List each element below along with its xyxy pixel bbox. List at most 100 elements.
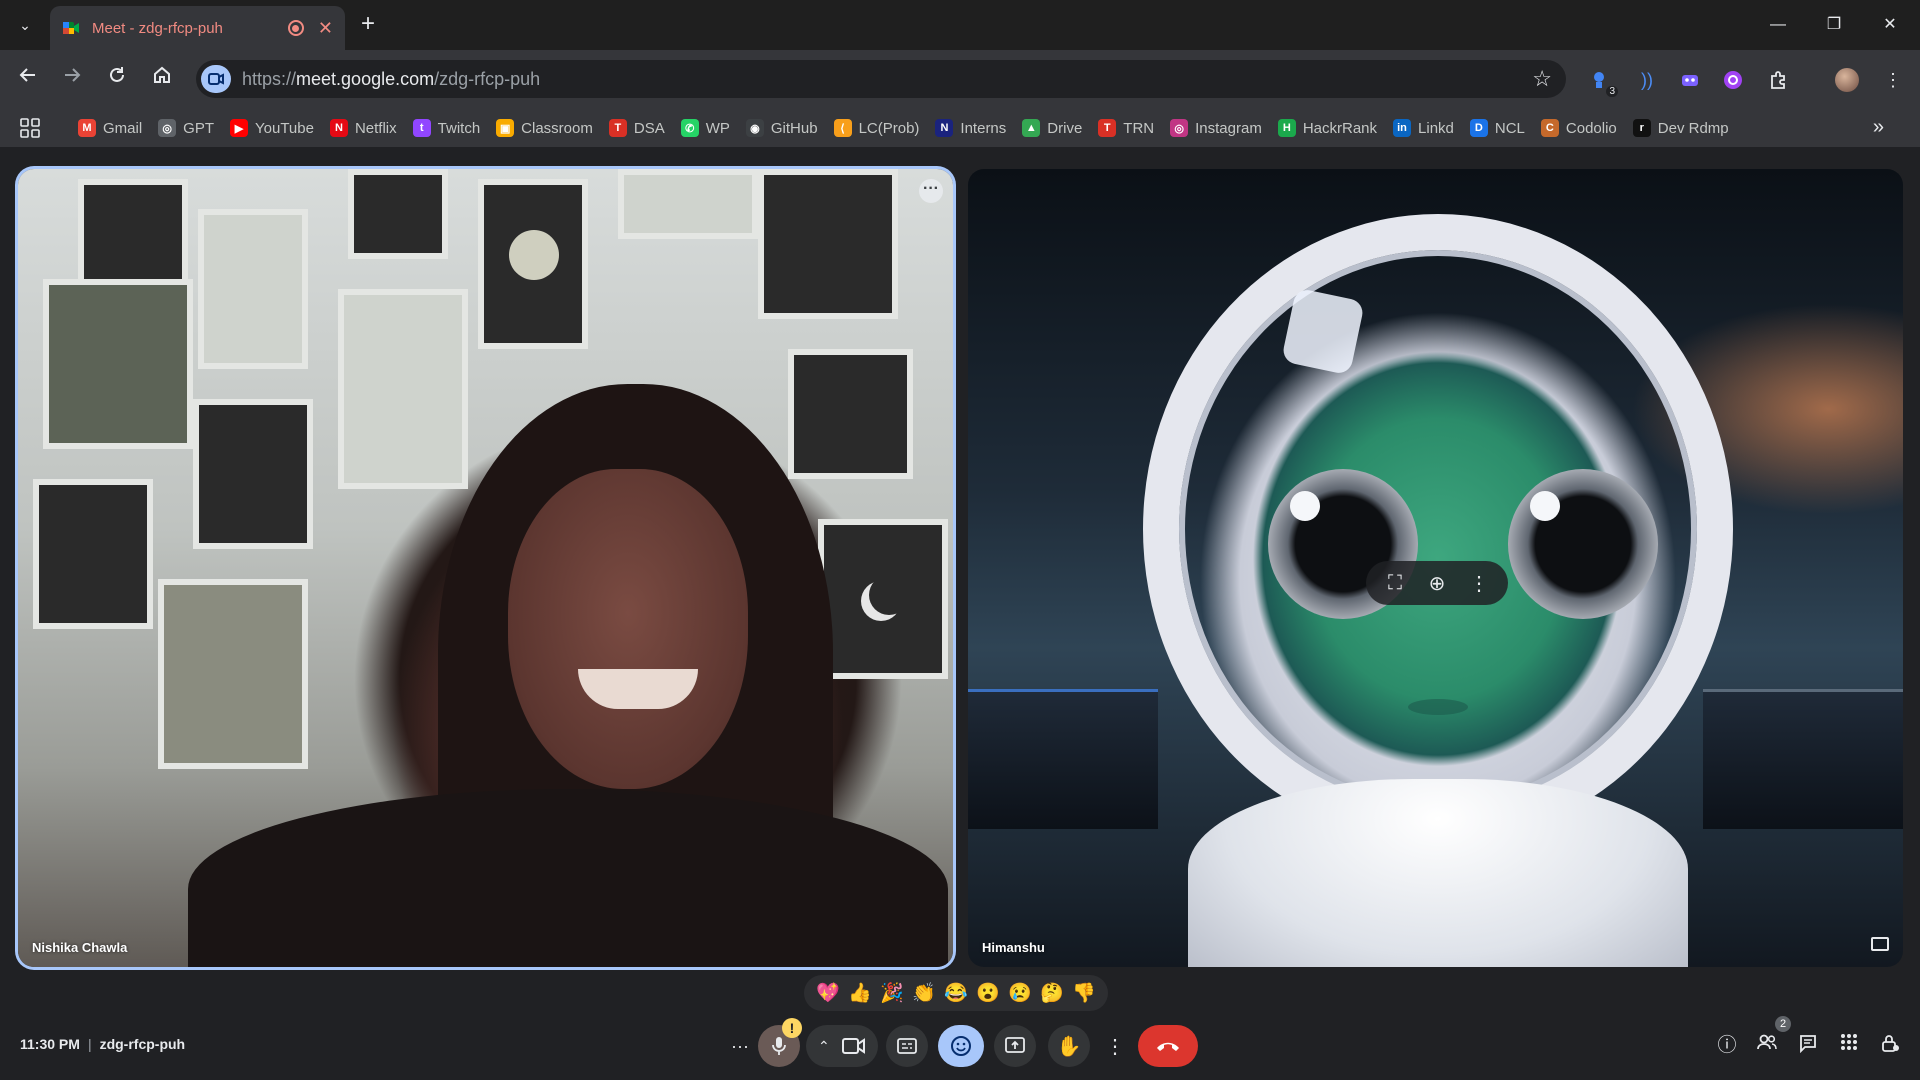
meeting-info-separator: | (87, 1036, 92, 1052)
bookmark-ncl[interactable]: D NCL (1469, 119, 1525, 137)
home-button[interactable] (147, 64, 177, 94)
drive-icon: ▲ (1022, 119, 1041, 137)
reaction-sad-button[interactable]: 😢 (1005, 981, 1035, 1005)
bookmark-github[interactable]: ◉ GitHub (745, 119, 818, 137)
camera-control-group: ⌃ (806, 1025, 878, 1067)
frame-person-icon[interactable]: ⛶ (1380, 572, 1410, 595)
close-window-button[interactable]: ✕ (1870, 10, 1910, 40)
participant-tile-himanshu[interactable]: ⛶ ⊕ ⋮ Himanshu (968, 169, 1903, 967)
site-info-icon[interactable] (201, 65, 231, 93)
camera-options-chevron-icon[interactable]: ⌃ (818, 1038, 830, 1055)
picture-in-picture-icon[interactable] (1871, 937, 1889, 951)
chat-icon[interactable] (1795, 1033, 1821, 1059)
bookmark-hackrrank[interactable]: H HackrRank (1277, 119, 1377, 137)
reaction-thumbs-up-button[interactable]: 👍 (845, 981, 875, 1005)
whatsapp-icon: ✆ (680, 119, 699, 137)
browser-menu-icon[interactable]: ⋮ (1880, 67, 1906, 93)
classroom-icon: ▣ (496, 119, 515, 137)
bookmark-dsa[interactable]: T DSA (608, 119, 665, 137)
reaction-party-button[interactable]: 🎉 (877, 981, 907, 1005)
host-controls-lock-icon[interactable] (1877, 1033, 1903, 1059)
bookmark-gpt[interactable]: ◎ GPT (158, 119, 214, 137)
extension-badge-icon[interactable]: 3 (1588, 67, 1618, 97)
people-icon[interactable] (1754, 1033, 1780, 1059)
wall-poster (788, 349, 913, 479)
present-screen-button[interactable] (994, 1025, 1036, 1067)
camera-icon[interactable] (842, 1037, 866, 1055)
tab-search-icon[interactable]: ⌄ (12, 12, 38, 38)
wall-poster (478, 179, 588, 349)
bookmark-label: Gmail (103, 119, 143, 137)
raise-hand-icon: ✋ (1056, 1035, 1082, 1058)
tuf-icon: T (608, 119, 627, 137)
bookmark-youtube[interactable]: ▶ YouTube (230, 119, 314, 137)
gmail-icon: M (78, 119, 96, 137)
reaction-clap-button[interactable]: 👏 (909, 981, 939, 1005)
emoji-icon (951, 1036, 971, 1056)
bookmark-linkd[interactable]: in Linkd (1393, 119, 1454, 137)
apps-grid-icon[interactable] (20, 118, 42, 140)
home-icon (154, 66, 170, 83)
profile-avatar[interactable] (1834, 67, 1860, 93)
activities-grid-icon[interactable] (1836, 1033, 1862, 1059)
reaction-laugh-button[interactable]: 😂 (941, 981, 971, 1005)
bookmark-netflix[interactable]: N Netflix (329, 119, 397, 137)
wifi-extension-icon[interactable]: )) (1634, 67, 1660, 93)
raise-hand-button[interactable]: ✋ (1048, 1025, 1090, 1067)
bookmark-trn[interactable]: T TRN (1098, 119, 1154, 137)
tile-more-icon[interactable]: ⋮ (1464, 571, 1494, 596)
participant-video-face (508, 469, 748, 789)
extensions-puzzle-icon[interactable] (1765, 67, 1791, 93)
participant-name: Nishika Chawla (32, 940, 128, 955)
present-icon (1005, 1037, 1025, 1053)
meeting-details-icon[interactable]: ⓘ (1714, 1033, 1740, 1059)
emoji-reactions-button[interactable] (938, 1025, 984, 1067)
reaction-surprised-button[interactable]: 😮 (973, 981, 1003, 1005)
bookmark-star-icon[interactable]: ☆ (1532, 66, 1552, 92)
restore-button[interactable]: ❐ (1814, 10, 1854, 40)
codolio-icon: C (1540, 119, 1559, 137)
more-bookmarks-icon[interactable]: » (1873, 116, 1884, 139)
add-to-frame-icon[interactable]: ⊕ (1422, 571, 1452, 596)
bookmark-codolio[interactable]: C Codolio (1540, 119, 1617, 137)
new-tab-button[interactable]: + (355, 12, 381, 38)
bookmark-interns[interactable]: N Interns (935, 119, 1006, 137)
bookmark-classroom[interactable]: ▣ Classroom (496, 119, 593, 137)
wall-poster (758, 169, 898, 319)
bookmark-twitch[interactable]: t Twitch (412, 119, 480, 137)
reaction-thumbs-down-button[interactable]: 👎 (1069, 981, 1099, 1005)
bot-extension-icon[interactable] (1677, 67, 1703, 93)
purple-extension-icon[interactable] (1720, 67, 1746, 93)
participant-tile-nishika[interactable]: ··· Nishika Chawla (18, 169, 953, 967)
wall-poster (618, 169, 758, 239)
github-icon: ◉ (745, 119, 764, 137)
back-button[interactable] (13, 64, 43, 94)
url-text: https://meet.google.com/zdg-rfcp-puh (242, 69, 540, 90)
bookmark-gmail[interactable]: M Gmail (78, 119, 142, 137)
netflix-icon: N (329, 119, 348, 137)
forward-button[interactable] (57, 64, 87, 94)
address-bar[interactable]: https://meet.google.com/zdg-rfcp-puh ☆ (196, 60, 1566, 98)
reload-button[interactable] (102, 64, 132, 94)
bookmark-label: LC(Prob) (858, 119, 920, 137)
reaction-heart-button[interactable]: 💖 (813, 981, 843, 1005)
tab-meet[interactable]: Meet - zdg-rfcp-puh ✕ (50, 6, 345, 50)
bookmark-drive[interactable]: ▲ Drive (1022, 119, 1082, 137)
bookmark-wp[interactable]: ✆ WP (680, 119, 730, 137)
minimize-button[interactable]: — (1758, 10, 1798, 40)
twitch-icon: t (412, 119, 431, 137)
tab-close-icon[interactable]: ✕ (318, 18, 333, 39)
bookmark-instagram[interactable]: ◎ Instagram (1170, 119, 1262, 137)
captions-button[interactable] (886, 1025, 928, 1067)
wall-poster (158, 579, 308, 769)
bookmark-dev-rdmp[interactable]: r Dev Rdmp (1632, 119, 1729, 137)
more-audio-options-icon[interactable]: ··· (723, 1025, 757, 1067)
tile-more-options-icon[interactable]: ··· (919, 179, 943, 203)
bookmark-label: Interns (960, 119, 1007, 137)
internshala-icon: N (935, 119, 954, 137)
leave-call-button[interactable] (1138, 1025, 1198, 1067)
tab-title: Meet - zdg-rfcp-puh (92, 19, 223, 37)
reaction-thinking-button[interactable]: 🤔 (1037, 981, 1067, 1005)
more-options-icon[interactable]: ⋮ (1102, 1025, 1128, 1067)
bookmark-lc-prob[interactable]: ⟨ LC(Prob) (833, 119, 920, 137)
